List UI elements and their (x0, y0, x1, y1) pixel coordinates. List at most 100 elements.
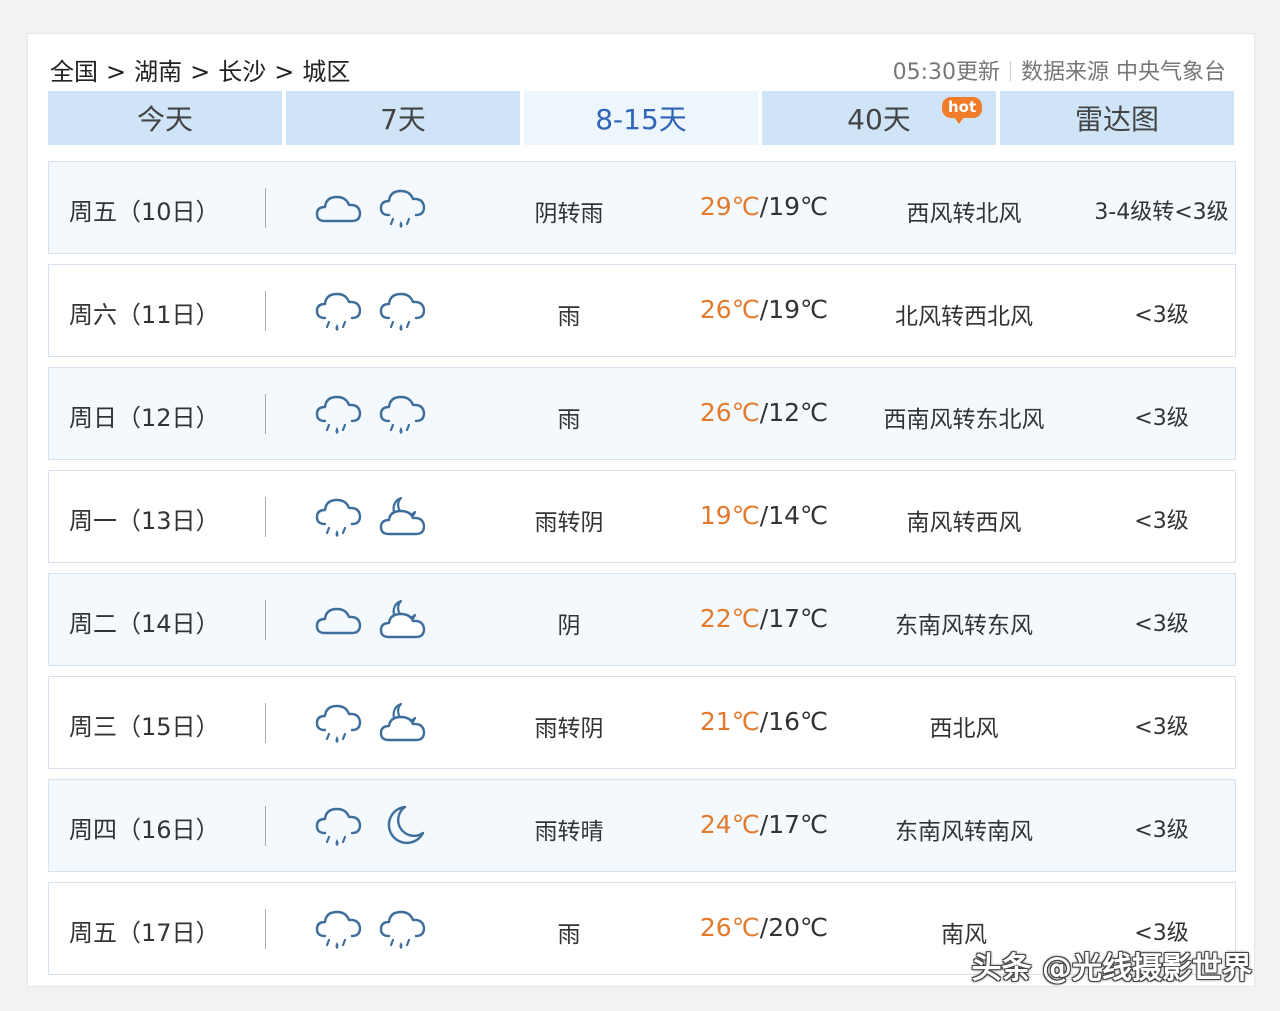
row-divider (265, 703, 266, 743)
temperature-range: 19℃/14℃ (699, 501, 829, 530)
wind-level: <3级 (1134, 715, 1189, 740)
row-divider (265, 188, 266, 228)
wind-level: 3-4级转<3级 (1094, 200, 1229, 225)
row-divider (265, 600, 266, 640)
rain-icon (377, 286, 429, 336)
weather-condition: 雨转晴 (534, 819, 604, 845)
low-temp: 12℃ (768, 398, 829, 427)
wind-direction: 西风转北风 (906, 201, 1022, 227)
high-temp: 29℃ (699, 192, 760, 221)
wind-level: <3级 (1134, 406, 1189, 431)
low-temp: 14℃ (768, 501, 829, 530)
weather-condition: 雨转阴 (534, 510, 604, 536)
low-temp: 20℃ (768, 913, 829, 942)
forecast-row: 周六（11日） 雨 26℃/19℃ 北风转西北风 <3级 (48, 264, 1236, 357)
tab-7-days[interactable]: 7天 (286, 91, 520, 145)
weather-condition: 阴转雨 (534, 201, 604, 227)
update-meta: 05:30更新 数据来源 中央气象台 (893, 54, 1226, 86)
forecast-row: 周四（16日） 雨转晴 24℃/17℃ 东南风转南风 <3级 (48, 779, 1236, 872)
rain-icon (313, 801, 365, 851)
wind-direction: 西南风转东北风 (883, 407, 1045, 433)
tab-radar[interactable]: 雷达图 (1000, 91, 1234, 145)
temperature-range: 26℃/19℃ (699, 295, 829, 324)
hot-badge: hot (942, 97, 983, 124)
wind-level: <3级 (1134, 612, 1189, 637)
forecast-day: 周五（17日） (69, 919, 220, 947)
breadcrumb-separator: > (190, 58, 211, 86)
temperature-range: 21℃/16℃ (699, 707, 829, 736)
high-temp: 21℃ (699, 707, 760, 736)
rain-icon (313, 698, 365, 748)
low-temp: 19℃ (768, 295, 829, 324)
forecast-list: 周五（10日） 阴转雨 29℃/19℃ 西风转北风 3-4级转<3级 周六（11… (48, 161, 1236, 985)
row-divider (265, 497, 266, 537)
temperature-range: 24℃/17℃ (699, 810, 829, 839)
weather-condition: 雨 (557, 922, 581, 948)
forecast-tabs: 今天 7天 8-15天 40天 hot 雷达图 (48, 91, 1236, 145)
top-bar: 全国 > 湖南 > 长沙 > 城区 05:30更新 数据来源 中央气象台 (50, 52, 1226, 86)
breadcrumb-item-city[interactable]: 长沙 (218, 58, 266, 86)
cloudy-night-icon (377, 595, 429, 645)
breadcrumb-item-province[interactable]: 湖南 (134, 58, 182, 86)
forecast-day: 周二（14日） (69, 610, 220, 638)
wind-level: <3级 (1134, 818, 1189, 843)
temperature-range: 26℃/20℃ (699, 913, 829, 942)
forecast-day: 周三（15日） (69, 713, 220, 741)
temperature-range: 29℃/19℃ (699, 192, 829, 221)
forecast-row: 周二（14日） 阴 22℃/17℃ 东南风转东风 <3级 (48, 573, 1236, 666)
temperature-range: 26℃/12℃ (699, 398, 829, 427)
low-temp: 17℃ (768, 604, 829, 633)
update-time: 05:30更新 (892, 60, 1000, 85)
moon-icon (377, 801, 429, 851)
rain-icon (313, 389, 365, 439)
high-temp: 26℃ (699, 398, 760, 427)
row-divider (265, 806, 266, 846)
breadcrumb-item-district[interactable]: 城区 (302, 58, 350, 86)
wind-direction: 东南风转东风 (895, 613, 1033, 639)
forecast-row: 周日（12日） 雨 26℃/12℃ 西南风转东北风 <3级 (48, 367, 1236, 460)
high-temp: 22℃ (699, 604, 760, 633)
weather-condition: 雨转阴 (534, 716, 604, 742)
tab-today[interactable]: 今天 (48, 91, 282, 145)
cloudy-night-icon (377, 492, 429, 542)
rain-icon (377, 904, 429, 954)
breadcrumb-separator: > (106, 58, 127, 86)
row-divider (265, 291, 266, 331)
wind-level: <3级 (1134, 509, 1189, 534)
data-source: 数据来源 中央气象台 (1021, 60, 1226, 85)
high-temp: 26℃ (699, 913, 760, 942)
weather-condition: 雨 (557, 407, 581, 433)
low-temp: 16℃ (768, 707, 829, 736)
forecast-day: 周四（16日） (69, 816, 220, 844)
rain-icon (377, 183, 429, 233)
breadcrumb-item-country[interactable]: 全国 (50, 58, 98, 86)
tab-40-days[interactable]: 40天 hot (762, 91, 996, 145)
forecast-day: 周日（12日） (69, 404, 220, 432)
rain-icon (377, 389, 429, 439)
wind-level: <3级 (1134, 303, 1189, 328)
forecast-day: 周五（10日） (69, 198, 220, 226)
tab-8-15-days[interactable]: 8-15天 (524, 91, 758, 145)
wind-direction: 北风转西北风 (895, 304, 1033, 330)
row-divider (265, 909, 266, 949)
breadcrumb-separator: > (274, 58, 295, 86)
tab-40-days-label: 40天 (847, 103, 911, 136)
forecast-row: 周五（10日） 阴转雨 29℃/19℃ 西风转北风 3-4级转<3级 (48, 161, 1236, 254)
cloudy-icon (313, 183, 365, 233)
forecast-row: 周三（15日） 雨转阴 21℃/16℃ 西北风 <3级 (48, 676, 1236, 769)
wind-direction: 东南风转南风 (895, 819, 1033, 845)
low-temp: 19℃ (768, 192, 829, 221)
weather-condition: 雨 (557, 304, 581, 330)
weather-card: 全国 > 湖南 > 长沙 > 城区 05:30更新 数据来源 中央气象台 今天 7天 8-15… (27, 33, 1255, 987)
forecast-day: 周六（11日） (69, 301, 220, 329)
rain-icon (313, 286, 365, 336)
low-temp: 17℃ (768, 810, 829, 839)
cloudy-night-icon (377, 698, 429, 748)
wind-direction: 西北风 (929, 716, 999, 742)
watermark: 头条 @光线摄影世界 (971, 951, 1252, 986)
rain-icon (313, 492, 365, 542)
high-temp: 26℃ (699, 295, 760, 324)
temperature-range: 22℃/17℃ (699, 604, 829, 633)
high-temp: 19℃ (699, 501, 760, 530)
forecast-row: 周一（13日） 雨转阴 19℃/14℃ 南风转西风 <3级 (48, 470, 1236, 563)
